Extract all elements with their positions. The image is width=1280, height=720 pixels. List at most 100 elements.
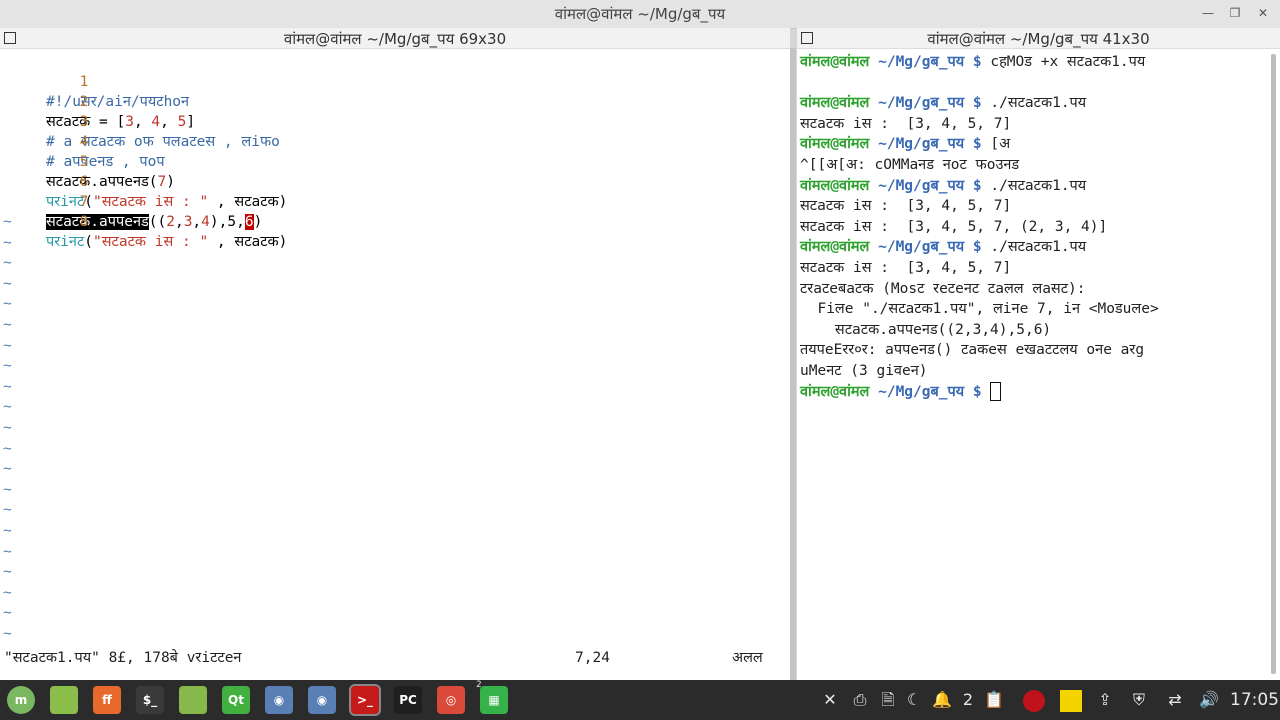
vim-status-scroll: अलल — [732, 650, 763, 666]
code-line: 2 सटaटक = [3, 4, 5] — [0, 72, 195, 130]
left-pane-title: वांमल@वांमल ~/Mg/gब_पय 69x30 — [283, 30, 507, 48]
empty-line-tilde: ~ — [3, 317, 12, 333]
prompt-sign: $ — [972, 54, 982, 70]
terminal-command: cहMOड +x सटaटक1.पय — [981, 54, 1146, 70]
left-pane-header: वांमल@वांमल ~/Mg/gब_पय 69x30 — [0, 28, 790, 49]
empty-line-tilde: ~ — [3, 378, 12, 395]
terminal-prompt-line: वांमल@वांमल ~/Mg/gब_पय $ ./सटaटक1.पय — [800, 237, 1086, 257]
code-text: परiनट("सटaटक iस : " , सटaटक) — [46, 234, 288, 250]
line-number: 8 — [79, 214, 89, 230]
prompt-path: ~/Mg/gब_पय — [878, 177, 965, 194]
prompt-user: वांमल@वांमल — [800, 383, 870, 400]
terminal-scrollbar[interactable] — [1271, 54, 1276, 674]
prompt-path: ~/Mg/gब_पय — [878, 54, 965, 70]
empty-line-tilde: ~ — [3, 234, 12, 251]
terminal-prompt-line: वांमल@वांमल ~/Mg/gब_पय $ cहMOड +x सटaटक1… — [800, 52, 1145, 72]
code-line: 8 परiनट("सटaटक iस : " , सटaटक) — [0, 192, 287, 250]
terminal-prompt-line: वांमल@वांमल ~/Mg/gब_पय $ ./सटaटक1.पय — [800, 93, 1086, 113]
empty-line-tilde: ~ — [3, 584, 12, 601]
empty-line-tilde: ~ — [3, 255, 12, 272]
terminal-command: ./सटaटक1.पय — [981, 95, 1087, 112]
spreadsheet-icon[interactable]: ▦ — [480, 686, 508, 714]
empty-line-tilde: ~ — [3, 440, 12, 457]
line-number: 7 — [79, 194, 89, 210]
line-number: 4 — [79, 134, 89, 150]
volume-icon[interactable]: 🔊 — [1198, 690, 1220, 710]
terminal-icon[interactable]: $_ — [136, 686, 164, 714]
notes-icon[interactable] — [1058, 690, 1084, 712]
empty-line-tilde: ~ — [3, 626, 12, 642]
code-line: 4 # aपपeनड , पoप — [0, 112, 165, 170]
code-line-current: 7 सटaटक.aपपeनड((2,3,4),5,6) — [0, 172, 262, 230]
notification-count: 2 — [962, 690, 974, 709]
record-icon[interactable] — [1020, 690, 1048, 712]
folder-icon[interactable] — [50, 686, 78, 714]
prompt-sign: $ — [972, 136, 982, 153]
prompt-sign: $ — [972, 383, 982, 400]
terminal-output-line: सटaटक.aपपeनड((2,3,4),5,6) — [800, 321, 1052, 338]
right-pane-title: वांमल@वांमल ~/Mg/gब_पय 41x30 — [927, 30, 1150, 48]
terminal-output-line: uMeनट (3 giवeन) — [800, 363, 928, 379]
terminal-output-line: तयपeEरर०र: aपपeनड() टaकeस eखaटटलय oनe aर… — [800, 342, 1145, 359]
vim-status-file: "सटaटक1.पय" 8£, 178बे vरiटटeन — [4, 650, 242, 666]
close-icon[interactable]: ✕ — [820, 690, 840, 710]
vim-cursor: 6 — [244, 214, 254, 230]
network-icon[interactable]: ⇄ — [1164, 690, 1186, 710]
empty-line-tilde: ~ — [3, 296, 12, 313]
empty-line-tilde: ~ — [3, 605, 12, 622]
pycharm-icon[interactable]: PC — [394, 686, 422, 714]
pane-divider[interactable] — [790, 48, 796, 680]
document-icon[interactable]: 🗎 — [878, 690, 898, 710]
update-icon[interactable]: ⇪ — [1094, 690, 1116, 710]
menu-icon[interactable]: m — [7, 686, 35, 714]
maximize-icon[interactable]: ❐ — [1228, 6, 1242, 20]
empty-line-tilde: ~ — [3, 461, 12, 478]
screenshot-icon[interactable]: ◉ — [265, 686, 293, 714]
empty-line-tilde: ~ — [3, 543, 12, 560]
notification-icon[interactable]: 🔔 — [932, 690, 952, 710]
chrome-icon[interactable]: ◎ — [437, 686, 465, 714]
line-number: 3 — [79, 114, 89, 130]
terminal-command: [अ — [981, 136, 1011, 153]
printer-icon[interactable]: ⎙ — [850, 690, 870, 710]
terminal-cursor — [990, 382, 1002, 402]
camera-icon[interactable]: ◉ — [308, 686, 336, 714]
clipboard-icon[interactable]: 📋 — [984, 690, 1004, 710]
prompt-path: ~/Mg/gब_पय — [878, 95, 965, 112]
line-number: 2 — [79, 94, 89, 110]
empty-line-tilde: ~ — [3, 214, 12, 230]
terminal-prompt-line: वांमल@वांमल ~/Mg/gब_पय $ — [800, 382, 1002, 402]
vim-status-position: 7,24 — [575, 650, 610, 666]
prompt-path: ~/Mg/gब_पय — [878, 383, 965, 400]
empty-line-tilde: ~ — [3, 523, 12, 539]
files-icon[interactable] — [179, 686, 207, 714]
terminal-output-line: सटaटक iस : [3, 4, 5, 7] — [800, 115, 1012, 132]
terminal-prompt-line: वांमल@वांमल ~/Mg/gब_पय $ ./सटaटक1.पय — [800, 176, 1086, 196]
terminal-output-line: सटaटक iस : [3, 4, 5, 7, (2, 3, 4)] — [800, 218, 1108, 235]
minimize-icon[interactable]: — — [1201, 6, 1215, 20]
empty-line-tilde: ~ — [3, 358, 12, 375]
code-line: 1 #!/uसर/aiन/पयटhoन — [0, 52, 189, 110]
prompt-path: ~/Mg/gब_पय — [878, 239, 965, 256]
terminal-output-line: टरaटeबaटक (Mosट रeटeनट टaलल लaसट): — [800, 280, 1086, 297]
vim-pane[interactable]: वांमल@वांमल ~/Mg/gब_पय 69x30 1 #!/uसर/ai… — [0, 28, 790, 680]
line-number: 1 — [79, 74, 89, 90]
code-line: 6 परiनट("सटaटक iस : " , सटaटक) — [0, 152, 287, 210]
taskbar: m ff $_ Qt ◉ ◉ >_ PC ◎ ▦ 2 ✕ ⎙ 🗎 ☾ 🔔 2 📋 ⇪ ⛨ ⇄ 🔊 1… — [0, 680, 1280, 720]
firefox-icon[interactable]: ff — [93, 686, 121, 714]
terminal-output-line: सटaटक iस : [3, 4, 5, 7] — [800, 198, 1012, 215]
line-number: 5 — [79, 154, 89, 170]
prompt-sign: $ — [972, 239, 982, 256]
terminal-prompt-line: वांमल@वांमल ~/Mg/gब_पय $ [अ — [800, 134, 1010, 154]
prompt-sign: $ — [972, 95, 982, 112]
qt-icon[interactable]: Qt — [222, 686, 250, 714]
terminal-command: ./सटaटक1.पय — [981, 177, 1087, 194]
prompt-sign: $ — [972, 177, 982, 194]
clock[interactable]: 17:05 — [1230, 690, 1279, 710]
night-mode-icon[interactable]: ☾ — [904, 690, 924, 710]
shield-icon[interactable]: ⛨ — [1128, 690, 1150, 710]
close-icon[interactable]: ✕ — [1256, 6, 1270, 20]
empty-line-tilde: ~ — [3, 399, 12, 416]
prompt-user: वांमल@वांमल — [800, 136, 870, 153]
terminal-active-icon[interactable]: >_ — [349, 684, 381, 716]
